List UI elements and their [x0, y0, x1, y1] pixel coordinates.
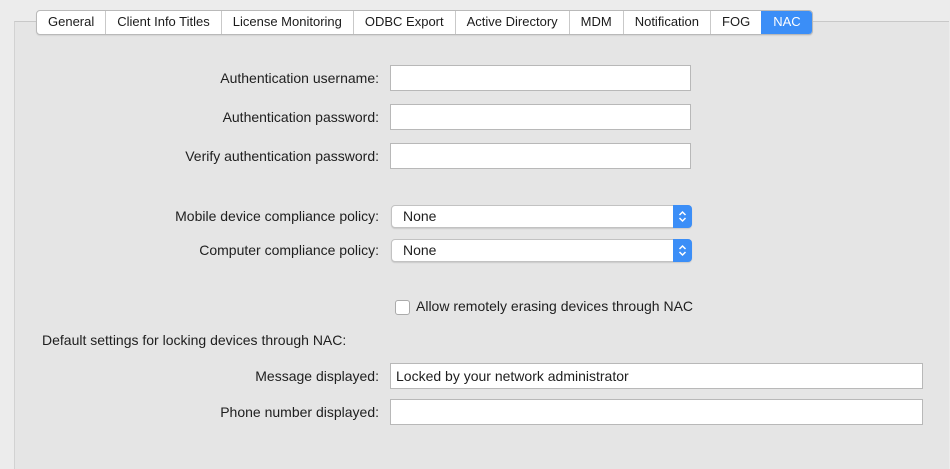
auth-password-field[interactable] — [390, 104, 691, 130]
tab-active-directory[interactable]: Active Directory — [454, 11, 569, 34]
verify-password-field[interactable] — [390, 143, 691, 169]
allow-erase-checkbox[interactable] — [395, 300, 410, 315]
tab-notification[interactable]: Notification — [622, 11, 710, 34]
phone-displayed-label: Phone number displayed: — [220, 404, 379, 420]
mobile-compliance-popup[interactable]: None — [391, 205, 692, 228]
message-displayed-field[interactable] — [390, 363, 923, 389]
up-down-chevron-icon — [673, 205, 692, 228]
auth-username-field[interactable] — [390, 65, 691, 91]
phone-displayed-field[interactable] — [390, 399, 923, 425]
computer-compliance-popup[interactable]: None — [391, 239, 692, 262]
computer-compliance-value: None — [403, 242, 437, 258]
mobile-compliance-value: None — [403, 208, 437, 224]
tab-bar: General Client Info Titles License Monit… — [36, 10, 813, 35]
tab-client-info-titles[interactable]: Client Info Titles — [105, 11, 221, 34]
tab-nac[interactable]: NAC — [761, 11, 812, 34]
tab-odbc-export[interactable]: ODBC Export — [352, 11, 455, 34]
message-displayed-label: Message displayed: — [255, 368, 379, 384]
tab-fog[interactable]: FOG — [710, 11, 761, 34]
tab-mdm[interactable]: MDM — [568, 11, 623, 34]
verify-password-label: Verify authentication password: — [185, 148, 379, 164]
locking-defaults-heading: Default settings for locking devices thr… — [42, 332, 347, 348]
tab-general[interactable]: General — [37, 11, 105, 34]
up-down-chevron-icon — [673, 239, 692, 262]
allow-erase-label[interactable]: Allow remotely erasing devices through N… — [416, 298, 693, 314]
auth-username-label: Authentication username: — [220, 70, 379, 86]
computer-compliance-label: Computer compliance policy: — [199, 242, 379, 258]
tab-license-monitoring[interactable]: License Monitoring — [220, 11, 353, 34]
auth-password-label: Authentication password: — [222, 109, 379, 125]
mobile-compliance-label: Mobile device compliance policy: — [175, 208, 379, 224]
